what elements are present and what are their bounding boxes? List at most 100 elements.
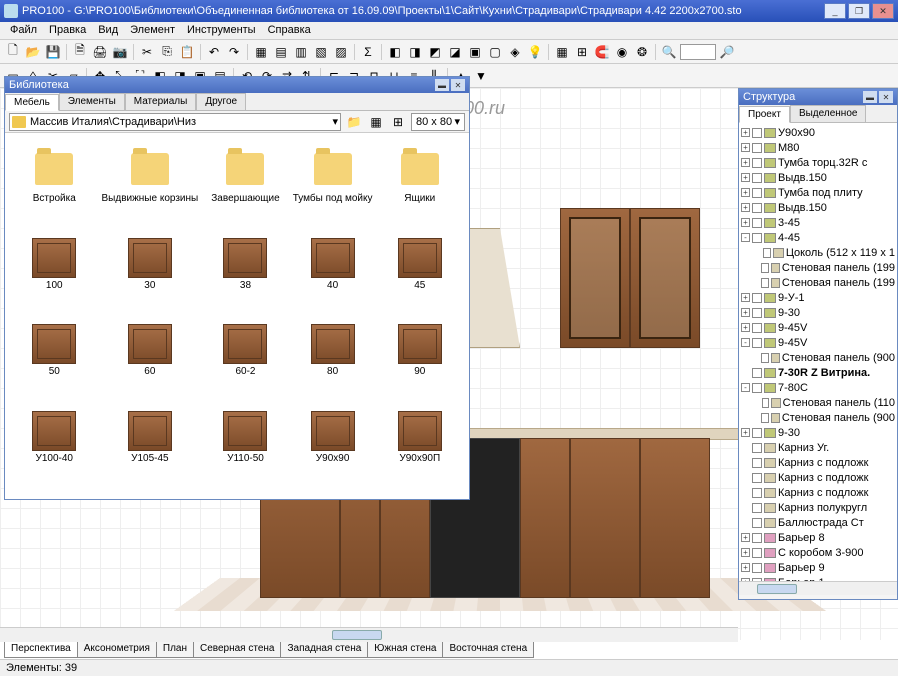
checkbox[interactable] xyxy=(752,293,762,303)
redo-icon[interactable]: ↷ xyxy=(225,43,243,61)
checkbox[interactable] xyxy=(763,248,772,258)
sum-icon[interactable]: Σ xyxy=(359,43,377,61)
minimize-button[interactable]: _ xyxy=(824,3,846,19)
expand-icon[interactable]: + xyxy=(741,218,750,227)
tree-node[interactable]: Карниз Уг. xyxy=(741,440,895,455)
expand-icon[interactable] xyxy=(753,398,760,407)
tree-node[interactable]: -4-45 xyxy=(741,230,895,245)
checkbox[interactable] xyxy=(762,398,770,408)
checkbox[interactable] xyxy=(752,518,762,528)
expand-icon[interactable]: + xyxy=(741,128,750,137)
new-icon[interactable]: 🗋 xyxy=(4,43,22,61)
tool-icon[interactable]: ▨ xyxy=(332,43,350,61)
panel-pin-icon[interactable]: ▬ xyxy=(863,91,877,103)
library-folder[interactable]: Завершающие xyxy=(204,141,287,232)
expand-icon[interactable] xyxy=(741,518,750,527)
tree-node[interactable]: Карниз полукругл xyxy=(741,500,895,515)
checkbox[interactable] xyxy=(752,533,762,543)
paste-icon[interactable]: 📋 xyxy=(178,43,196,61)
tool-icon[interactable]: ◩ xyxy=(426,43,444,61)
zoom-fit-icon[interactable]: 🔎 xyxy=(718,43,736,61)
view-tab[interactable]: План xyxy=(156,642,194,658)
expand-icon[interactable] xyxy=(741,503,750,512)
view-tab[interactable]: Перспектива xyxy=(4,642,78,658)
expand-icon[interactable] xyxy=(741,488,750,497)
undo-icon[interactable]: ↶ xyxy=(205,43,223,61)
tree-node[interactable]: Цоколь (512 x 119 x 1 xyxy=(741,245,895,260)
tree-node[interactable]: +Тумба торц.32R с xyxy=(741,155,895,170)
checkbox[interactable] xyxy=(752,158,762,168)
menu-инструменты[interactable]: Инструменты xyxy=(181,22,262,39)
tree-node[interactable]: +М80 xyxy=(741,140,895,155)
tree-node[interactable]: +Выдв.150 xyxy=(741,200,895,215)
print-icon[interactable]: 🖨 xyxy=(91,43,109,61)
cut-icon[interactable]: ✂ xyxy=(138,43,156,61)
tree-node[interactable]: Карниз с подложк xyxy=(741,485,895,500)
open-icon[interactable]: 📂 xyxy=(24,43,42,61)
scrollbar-thumb[interactable] xyxy=(757,584,797,594)
structure-tab[interactable]: Выделенное xyxy=(790,105,867,122)
expand-icon[interactable]: + xyxy=(741,323,750,332)
expand-icon[interactable] xyxy=(741,368,750,377)
expand-icon[interactable]: + xyxy=(741,158,750,167)
library-item[interactable]: 80 xyxy=(291,322,375,405)
tree-node[interactable]: +9-30 xyxy=(741,425,895,440)
expand-icon[interactable] xyxy=(741,473,750,482)
view-icon[interactable]: ▦ xyxy=(367,113,385,131)
view-tab[interactable]: Северная стена xyxy=(193,642,282,658)
structure-tree[interactable]: +У90x90+М80+Тумба торц.32R с+Выдв.150+Ту… xyxy=(739,123,897,581)
expand-icon[interactable]: - xyxy=(741,233,750,242)
checkbox[interactable] xyxy=(752,203,762,213)
structure-tab[interactable]: Проект xyxy=(739,106,790,123)
checkbox[interactable] xyxy=(761,278,769,288)
library-folder[interactable]: Ящики xyxy=(379,141,462,232)
tool-icon[interactable]: ▦ xyxy=(252,43,270,61)
library-folder[interactable]: Встройка xyxy=(13,141,96,232)
expand-icon[interactable] xyxy=(753,278,759,287)
library-item[interactable]: 50 xyxy=(13,322,96,405)
tree-node[interactable]: -9-45V xyxy=(741,335,895,350)
up-folder-icon[interactable]: 📁 xyxy=(345,113,363,131)
expand-icon[interactable]: + xyxy=(741,188,750,197)
tree-node[interactable]: +3-45 xyxy=(741,215,895,230)
horizontal-scrollbar[interactable] xyxy=(739,581,897,595)
expand-icon[interactable] xyxy=(753,353,759,362)
library-item[interactable]: 60 xyxy=(100,322,201,405)
library-tab[interactable]: Элементы xyxy=(59,93,125,110)
tree-node[interactable]: +Тумба под плиту xyxy=(741,185,895,200)
tree-node[interactable]: Стеновая панель (900 xyxy=(741,410,895,425)
tree-node[interactable]: Баллюстрада Ст xyxy=(741,515,895,530)
camera-icon[interactable]: 📷 xyxy=(111,43,129,61)
panel-pin-icon[interactable]: ▬ xyxy=(435,79,449,91)
library-item[interactable]: 38 xyxy=(204,236,287,319)
zoom-input[interactable] xyxy=(680,44,716,60)
library-tab[interactable]: Мебель xyxy=(5,94,59,111)
library-item[interactable]: У90x90 xyxy=(291,409,375,492)
checkbox[interactable] xyxy=(752,383,762,393)
library-folder[interactable]: Выдвижные корзины xyxy=(100,141,201,232)
checkbox[interactable] xyxy=(752,218,762,228)
tool-icon[interactable]: ❂ xyxy=(633,43,651,61)
menu-файл[interactable]: Файл xyxy=(4,22,43,39)
expand-icon[interactable] xyxy=(741,458,750,467)
expand-icon[interactable]: + xyxy=(741,533,750,542)
library-item[interactable]: 90 xyxy=(379,322,462,405)
checkbox[interactable] xyxy=(752,173,762,183)
checkbox[interactable] xyxy=(752,233,762,243)
expand-icon[interactable]: + xyxy=(741,548,750,557)
tool-icon[interactable]: ▢ xyxy=(486,43,504,61)
checkbox[interactable] xyxy=(752,503,762,513)
checkbox[interactable] xyxy=(752,488,762,498)
tool-icon[interactable]: ▧ xyxy=(312,43,330,61)
workspace-scrollbar[interactable] xyxy=(0,627,738,642)
library-item[interactable]: У100-40 xyxy=(13,409,96,492)
library-tab[interactable]: Другое xyxy=(196,93,246,110)
tree-node[interactable]: +9-45V xyxy=(741,320,895,335)
checkbox[interactable] xyxy=(752,188,762,198)
bulb-icon[interactable]: 💡 xyxy=(526,43,544,61)
library-item[interactable]: 45 xyxy=(379,236,462,319)
panel-close-icon[interactable]: ✕ xyxy=(451,79,465,91)
expand-icon[interactable] xyxy=(741,443,750,452)
tree-node[interactable]: Стеновая панель (900 xyxy=(741,350,895,365)
tool-icon[interactable]: ▥ xyxy=(292,43,310,61)
